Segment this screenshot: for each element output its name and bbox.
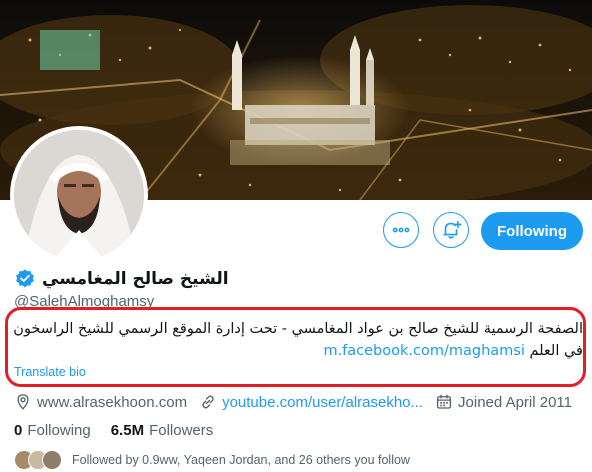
bio-line-2: في العلم m.facebook.com/maghamsi (323, 343, 583, 359)
notification-add-icon (443, 220, 462, 239)
bio-line-1: الصفحة الرسمية للشيخ صالح بن عواد المغام… (13, 321, 583, 337)
notifications-button[interactable] (433, 212, 469, 248)
profile-joined-date: Joined April 2011 (458, 393, 573, 411)
more-icon (392, 227, 410, 233)
profile-youtube-link[interactable]: youtube.com/user/alrasekho... (222, 394, 423, 411)
profile-location: www.alrasekhoon.com (37, 393, 188, 411)
location-icon (17, 394, 29, 410)
display-name: الشيخ صالح المغامسي (42, 269, 229, 289)
following-count: 0 (14, 421, 23, 439)
calendar-icon (436, 394, 452, 409)
follow-stats: 0 Following 6.5M Followers (14, 420, 213, 440)
follower-avatar (42, 450, 62, 470)
avatar-image (14, 130, 144, 260)
profile-meta-row: www.alrasekhoon.com youtube.com/user/alr… (14, 392, 584, 412)
bio-text: في العلم (529, 343, 583, 359)
following-count-link[interactable]: 0 Following (14, 422, 91, 439)
profile-avatar[interactable] (10, 126, 148, 264)
link-icon (202, 395, 214, 409)
followers-count: 6.5M (110, 421, 145, 439)
followers-label: Followers (149, 421, 214, 439)
more-button[interactable] (383, 212, 419, 248)
name-row: الشيخ صالح المغامسي (14, 266, 229, 292)
bio-facebook-link[interactable]: m.facebook.com/maghamsi (323, 343, 524, 359)
translate-bio-link[interactable]: Translate bio (14, 365, 86, 379)
following-label: Following (27, 421, 91, 439)
following-button[interactable]: Following (481, 212, 583, 250)
followed-by-row[interactable]: Followed by 0.9ww, Yaqeen Jordan, and 26… (14, 449, 410, 471)
followed-by-text: Followed by 0.9ww, Yaqeen Jordan, and 26… (72, 453, 410, 467)
verified-icon (16, 269, 34, 288)
followers-count-link[interactable]: 6.5M Followers (111, 422, 214, 439)
